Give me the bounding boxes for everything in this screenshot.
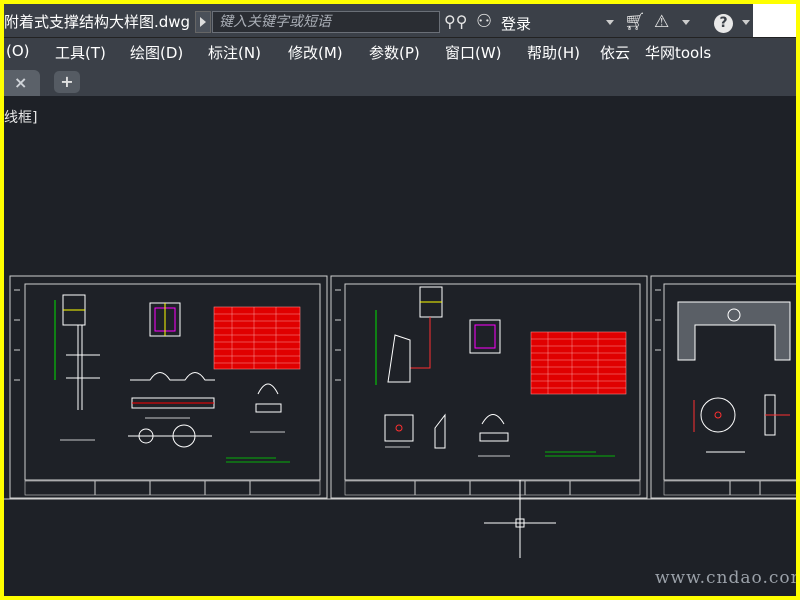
wall-section-3 [677,301,791,453]
pole-detail-1 [54,294,100,410]
notes-1 [60,417,290,463]
cad-drawing[interactable] [0,0,800,600]
bracket-detail-2 [375,286,509,449]
watermark-text: www.cndao.com [655,568,800,588]
material-table-2 [530,331,627,395]
crosshair-cursor [484,480,556,558]
notes-2 [385,446,615,457]
material-table-1 [213,306,301,370]
